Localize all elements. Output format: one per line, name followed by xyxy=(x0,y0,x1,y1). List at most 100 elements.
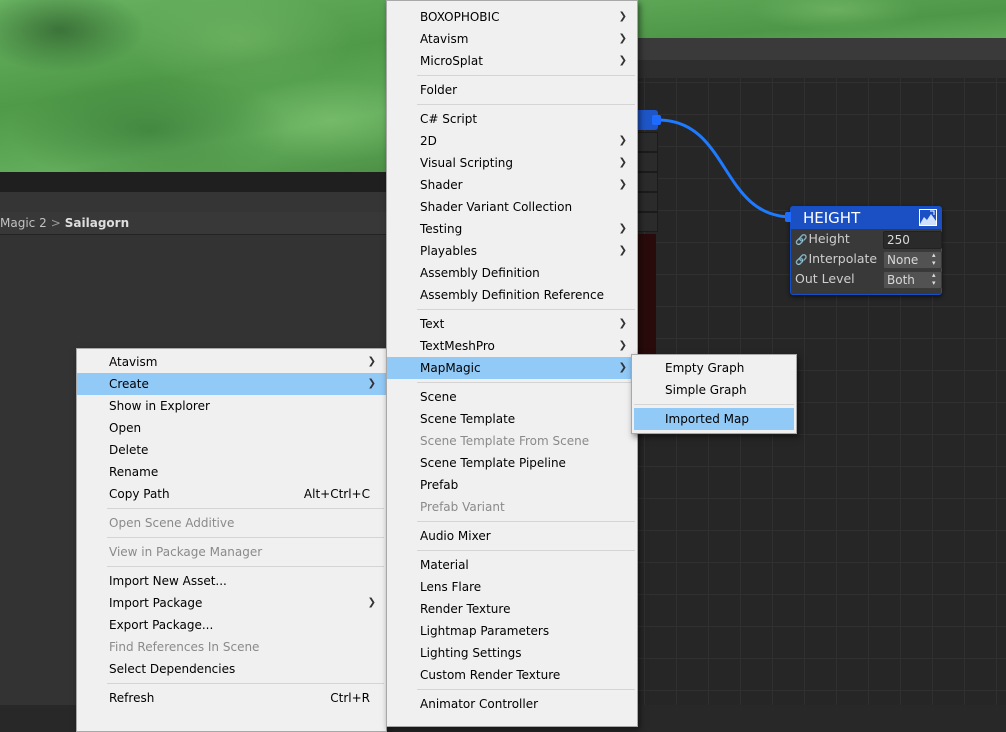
out-level-dropdown[interactable]: Both xyxy=(883,271,942,289)
menu-separator xyxy=(417,689,635,690)
menu-item-atavism[interactable]: Atavism ❯ xyxy=(77,351,386,373)
height-node-title: HEIGHT xyxy=(803,209,861,227)
menu-item-copy-path[interactable]: Copy Path Alt+Ctrl+C xyxy=(77,483,386,505)
scene-view-right[interactable] xyxy=(636,0,1006,38)
menu-item-import-new-asset[interactable]: Import New Asset... xyxy=(77,570,386,592)
menu-item-export-package[interactable]: Export Package... xyxy=(77,614,386,636)
menu-item-refresh[interactable]: Refresh Ctrl+R xyxy=(77,687,386,709)
menu-item-audio-mixer[interactable]: Audio Mixer xyxy=(387,525,637,547)
mapmagic-submenu: Empty Graph Simple Graph Imported Map xyxy=(631,354,797,434)
menu-item-show-in-explorer[interactable]: Show in Explorer xyxy=(77,395,386,417)
menu-item-label: Export Package... xyxy=(109,618,214,632)
menu-item-mapmagic[interactable]: MapMagic ❯ xyxy=(387,357,637,379)
menu-item-playables[interactable]: Playables ❯ xyxy=(387,240,637,262)
menu-item-visual-scripting[interactable]: Visual Scripting ❯ xyxy=(387,152,637,174)
menu-item-label: Rename xyxy=(109,465,159,479)
menu-separator xyxy=(417,550,635,551)
menu-item-find-references-in-scene: Find References In Scene xyxy=(77,636,386,658)
menu-item-folder[interactable]: Folder xyxy=(387,79,637,101)
menu-item-label: View in Package Manager xyxy=(109,545,263,559)
menu-item-prefab-variant: Prefab Variant xyxy=(387,496,637,518)
menu-item-create[interactable]: Create ❯ xyxy=(77,373,386,395)
menu-item-testing[interactable]: Testing ❯ xyxy=(387,218,637,240)
menu-item-lighting-settings[interactable]: Lighting Settings xyxy=(387,642,637,664)
menu-item-lightmap-parameters[interactable]: Lightmap Parameters xyxy=(387,620,637,642)
menu-item-assembly-definition-reference[interactable]: Assembly Definition Reference xyxy=(387,284,637,306)
graph-header-strip xyxy=(636,60,1006,78)
menu-item-open-scene-additive: Open Scene Additive xyxy=(77,512,386,534)
menu-item-shader[interactable]: Shader ❯ xyxy=(387,174,637,196)
height-node-header[interactable]: HEIGHT xyxy=(791,207,941,229)
link-icon[interactable]: 🔗 xyxy=(795,255,807,266)
menu-separator xyxy=(417,382,635,383)
menu-item-atavism[interactable]: Atavism ❯ xyxy=(387,28,637,50)
menu-item-label: Delete xyxy=(109,443,149,457)
menu-item-view-in-package-manager: View in Package Manager xyxy=(77,541,386,563)
graph-toolbar xyxy=(636,38,1006,61)
menu-item-delete[interactable]: Delete xyxy=(77,439,386,461)
menu-item-prefab[interactable]: Prefab xyxy=(387,474,637,496)
source-node-row xyxy=(636,212,658,232)
menu-item-render-texture[interactable]: Render Texture xyxy=(387,598,637,620)
menu-item-label: MicroSplat xyxy=(420,54,483,68)
source-node-row xyxy=(636,152,658,172)
menu-item-2d[interactable]: 2D ❯ xyxy=(387,130,637,152)
menu-item-animator-controller[interactable]: Animator Controller xyxy=(387,693,637,715)
menu-item-scene-template-from-scene: Scene Template From Scene xyxy=(387,430,637,452)
menu-separator xyxy=(634,404,794,405)
menu-item-label: Assembly Definition xyxy=(420,266,540,280)
create-submenu: BOXOPHOBIC ❯ Atavism ❯ MicroSplat ❯ Folder … xyxy=(386,0,638,727)
menu-item-microsplat[interactable]: MicroSplat ❯ xyxy=(387,50,637,72)
menu-item-label: C# Script xyxy=(420,112,478,126)
menu-item-label: Lighting Settings xyxy=(420,646,522,660)
menu-item-boxophobic[interactable]: BOXOPHOBIC ❯ xyxy=(387,6,637,28)
menu-item-label: Visual Scripting xyxy=(420,156,513,170)
chevron-right-icon: ❯ xyxy=(618,340,627,351)
source-node-row xyxy=(636,172,658,192)
menu-item-label: Testing xyxy=(420,222,463,236)
terrain-chart-icon xyxy=(919,209,937,226)
menu-item-textmeshpro[interactable]: TextMeshPro ❯ xyxy=(387,335,637,357)
menu-item-label: Animator Controller xyxy=(420,697,539,711)
menu-item-select-dependencies[interactable]: Select Dependencies xyxy=(77,658,386,680)
menu-item-label: TextMeshPro xyxy=(420,339,495,353)
menu-item-label: Playables xyxy=(420,244,477,258)
scene-view[interactable] xyxy=(0,0,386,172)
breadcrumb-item-0[interactable]: Magic 2 xyxy=(0,216,47,230)
menu-item-label: Import New Asset... xyxy=(109,574,227,588)
menu-item-csharp-script[interactable]: C# Script xyxy=(387,108,637,130)
breadcrumb-item-1[interactable]: Sailagorn xyxy=(65,216,129,230)
menu-item-label: Simple Graph xyxy=(665,383,747,397)
menu-item-material[interactable]: Material xyxy=(387,554,637,576)
menu-item-import-package[interactable]: Import Package ❯ xyxy=(77,592,386,614)
menu-item-custom-render-texture[interactable]: Custom Render Texture xyxy=(387,664,637,686)
menu-item-rename[interactable]: Rename xyxy=(77,461,386,483)
menu-item-scene-template[interactable]: Scene Template xyxy=(387,408,637,430)
menu-item-label: Custom Render Texture xyxy=(420,668,561,682)
menu-item-scene-template-pipeline[interactable]: Scene Template Pipeline xyxy=(387,452,637,474)
menu-item-simple-graph[interactable]: Simple Graph xyxy=(632,379,796,401)
menu-item-label: Assembly Definition Reference xyxy=(420,288,605,302)
source-node-row xyxy=(636,192,658,212)
height-node[interactable]: HEIGHT 🔗Height 250 🔗Interpolate None Out… xyxy=(785,206,942,295)
menu-item-text[interactable]: Text ❯ xyxy=(387,313,637,335)
menu-item-label: Refresh xyxy=(109,691,155,705)
menu-separator xyxy=(417,521,635,522)
node-row-label: Interpolate xyxy=(808,251,878,266)
menu-item-lens-flare[interactable]: Lens Flare xyxy=(387,576,637,598)
interpolate-dropdown[interactable]: None xyxy=(883,251,942,269)
menu-item-label: BOXOPHOBIC xyxy=(420,10,500,24)
node-row-out-level: Out Level Both xyxy=(791,269,942,289)
height-value-field[interactable]: 250 xyxy=(883,231,942,249)
menu-item-imported-map[interactable]: Imported Map xyxy=(634,408,794,430)
menu-item-label: Text xyxy=(420,317,445,331)
menu-item-label: Shader Variant Collection xyxy=(420,200,573,214)
menu-item-label: Scene Template Pipeline xyxy=(420,456,566,470)
menu-item-open[interactable]: Open xyxy=(77,417,386,439)
menu-item-empty-graph[interactable]: Empty Graph xyxy=(632,357,796,379)
menu-item-shader-variant-collection[interactable]: Shader Variant Collection xyxy=(387,196,637,218)
link-icon[interactable]: 🔗 xyxy=(795,235,807,246)
menu-item-assembly-definition[interactable]: Assembly Definition xyxy=(387,262,637,284)
menu-separator xyxy=(107,508,384,509)
menu-item-scene[interactable]: Scene xyxy=(387,386,637,408)
